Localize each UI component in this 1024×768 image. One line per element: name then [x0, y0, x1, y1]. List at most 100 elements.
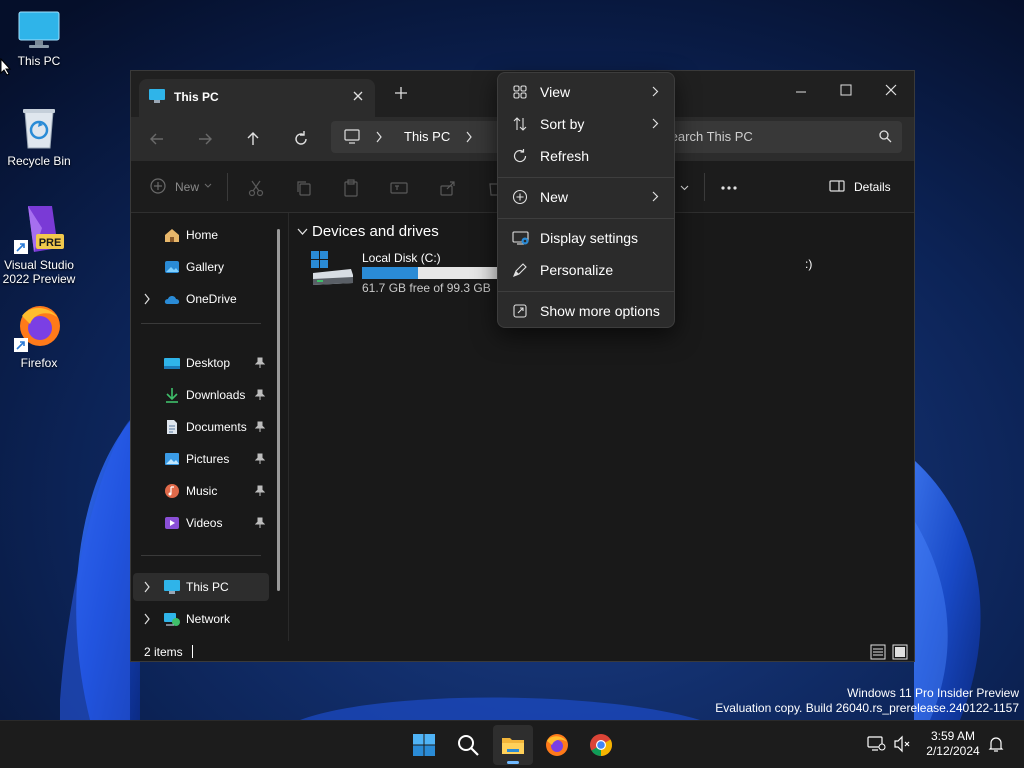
new-plus-icon [512, 189, 528, 205]
chevron-down-icon[interactable] [297, 228, 308, 236]
drive-usage-bar [362, 267, 509, 279]
notification-bell-icon[interactable] [988, 735, 1004, 753]
menu-item-refresh[interactable]: Refresh [502, 141, 672, 171]
close-window-icon[interactable] [876, 77, 906, 105]
pen-icon [513, 263, 527, 277]
menu-item-sort-by[interactable]: Sort by [502, 109, 672, 139]
more-options-icon [513, 304, 527, 318]
nav-label: Home [186, 228, 219, 242]
nav-item-music[interactable]: Music [133, 477, 269, 505]
details-label: Details [854, 180, 891, 194]
new-label: New [175, 180, 200, 194]
breadcrumb-this-pc[interactable]: This PC [404, 129, 450, 144]
navigation-pane: Home Gallery OneDrive Desktop Downloads … [131, 213, 283, 634]
clock-time: 3:59 AM [930, 729, 976, 743]
nav-item-desktop[interactable]: Desktop [133, 349, 269, 377]
firefox-icon [14, 306, 60, 352]
pre-badge: PRE [39, 237, 62, 249]
nav-item-documents[interactable]: Documents [133, 413, 269, 441]
nav-item-pictures[interactable]: Pictures [133, 445, 269, 473]
desktop-icon-label: Recycle Bin [7, 154, 71, 168]
maximize-icon[interactable] [831, 77, 861, 105]
search-placeholder: Search This PC [662, 129, 753, 144]
chevron-right-icon[interactable] [375, 131, 383, 143]
up-arrow-icon[interactable] [243, 129, 263, 149]
nav-pane-scrollbar[interactable] [277, 229, 280, 591]
details-view-icon[interactable] [870, 644, 886, 660]
menu-item-show-more-options[interactable]: Show more options [502, 296, 672, 326]
chevron-right-icon[interactable] [143, 613, 151, 625]
pictures-icon [165, 453, 179, 465]
speaker-muted-icon[interactable] [893, 735, 911, 753]
search-icon [879, 130, 892, 143]
nav-item-videos[interactable]: Videos [133, 509, 269, 537]
desktop-icon-firefox[interactable]: Firefox [0, 302, 79, 370]
menu-item-view[interactable]: View [502, 77, 672, 107]
network-icon [164, 613, 180, 626]
evaluation-watermark: Windows 11 Pro Insider Preview Evaluatio… [715, 686, 1019, 716]
desktop-icon-label: Firefox [20, 356, 58, 370]
more-options-icon[interactable] [719, 178, 739, 198]
visual-studio-icon: PRE [14, 206, 64, 254]
menu-label: View [540, 84, 571, 100]
pin-icon [255, 453, 265, 464]
copy-icon[interactable] [294, 178, 314, 198]
new-item-button[interactable]: New [149, 177, 212, 197]
back-arrow-icon[interactable] [147, 129, 167, 149]
forward-arrow-icon[interactable] [195, 129, 215, 149]
download-icon [166, 388, 178, 403]
share-icon[interactable] [438, 178, 458, 198]
taskbar-search-button[interactable] [448, 725, 488, 765]
minimize-icon[interactable] [786, 77, 816, 105]
menu-item-display-settings[interactable]: Display settings [502, 223, 672, 253]
nav-divider [141, 555, 261, 556]
paste-icon[interactable] [341, 178, 361, 198]
close-tab-icon[interactable] [350, 88, 366, 104]
menu-label: Display settings [540, 230, 639, 246]
drive-usage-fill [362, 267, 418, 279]
grid-view-icon [513, 85, 527, 99]
search-box[interactable]: Search This PC [646, 121, 902, 153]
nav-item-home[interactable]: Home [133, 221, 269, 249]
nav-item-downloads[interactable]: Downloads [133, 381, 269, 409]
chevron-right-icon[interactable] [143, 581, 151, 593]
clock-date: 2/12/2024 [926, 744, 980, 758]
search-icon [458, 735, 479, 756]
toolbar-divider [227, 173, 228, 201]
sort-icon [513, 117, 527, 131]
status-divider [192, 645, 193, 658]
taskbar-firefox[interactable] [537, 725, 577, 765]
pin-icon [255, 389, 265, 400]
desktop-icon-recycle-bin[interactable]: Recycle Bin [0, 106, 79, 168]
system-clock[interactable]: 3:59 AM 2/12/2024 [921, 729, 985, 759]
nav-label: Pictures [186, 452, 230, 466]
new-tab-icon[interactable] [393, 85, 409, 101]
chevron-down-icon[interactable] [680, 185, 689, 191]
desktop-icon-visual-studio[interactable]: PRE Visual Studio 2022 Preview [0, 204, 79, 286]
nav-item-gallery[interactable]: Gallery [133, 253, 269, 281]
menu-item-new[interactable]: New [502, 182, 672, 212]
nav-item-network[interactable]: Network [133, 605, 269, 633]
tab-this-pc[interactable]: This PC [139, 79, 375, 117]
start-button[interactable] [404, 725, 444, 765]
details-pane-button[interactable]: Details [828, 177, 891, 197]
tiles-view-icon[interactable] [892, 644, 908, 660]
cut-icon[interactable] [246, 178, 266, 198]
refresh-icon[interactable] [291, 129, 311, 149]
chevron-right-icon[interactable] [465, 131, 473, 143]
nav-item-this-pc[interactable]: This PC [133, 573, 269, 601]
nav-item-onedrive[interactable]: OneDrive [133, 285, 269, 313]
menu-item-personalize[interactable]: Personalize [502, 255, 672, 285]
chevron-right-icon[interactable] [143, 293, 151, 305]
chrome-icon [590, 734, 612, 756]
drive-item-partial-label[interactable]: :) [805, 257, 812, 271]
network-status-icon[interactable] [866, 735, 886, 753]
drive-item-local-disk-c[interactable]: Local Disk (C:) 61.7 GB free of 99.3 GB [309, 249, 509, 297]
taskbar-file-explorer[interactable] [493, 725, 533, 765]
status-bar: 2 items [131, 641, 914, 663]
display-settings-icon [512, 231, 529, 245]
taskbar-chrome[interactable] [581, 725, 621, 765]
pin-icon [255, 357, 265, 368]
nav-label: Music [186, 484, 218, 498]
rename-icon[interactable] [389, 178, 409, 198]
